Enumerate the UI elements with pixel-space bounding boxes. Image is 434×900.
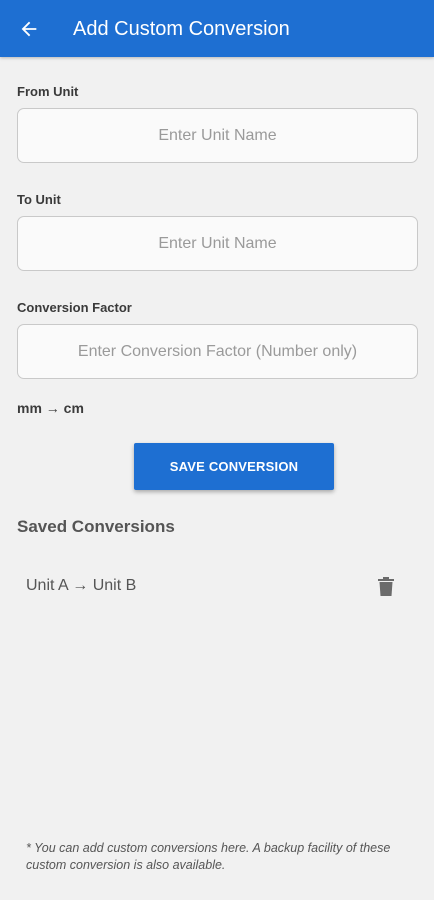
to-unit-label: To Unit [17,192,61,207]
save-conversion-button[interactable]: SAVE CONVERSION [134,443,334,490]
list-item: Unit A → Unit B [0,565,434,609]
trash-icon [378,577,394,596]
back-button[interactable] [16,16,42,42]
from-unit-input[interactable] [17,108,418,163]
conversion-factor-input[interactable] [17,324,418,379]
conversion-factor-label: Conversion Factor [17,300,132,315]
footnote: * You can add custom conversions here. A… [26,841,391,872]
arrow-left-icon [21,21,37,37]
saved-conversions-title: Saved Conversions [17,517,175,536]
conversion-preview: mm → cm [17,400,84,416]
page-title: Add Custom Conversion [73,18,290,40]
delete-button[interactable] [375,575,397,599]
app-bar: Add Custom Conversion [0,0,434,57]
saved-conversion-label: Unit A → Unit B [26,577,137,594]
to-unit-input[interactable] [17,216,418,271]
from-unit-label: From Unit [17,84,79,99]
